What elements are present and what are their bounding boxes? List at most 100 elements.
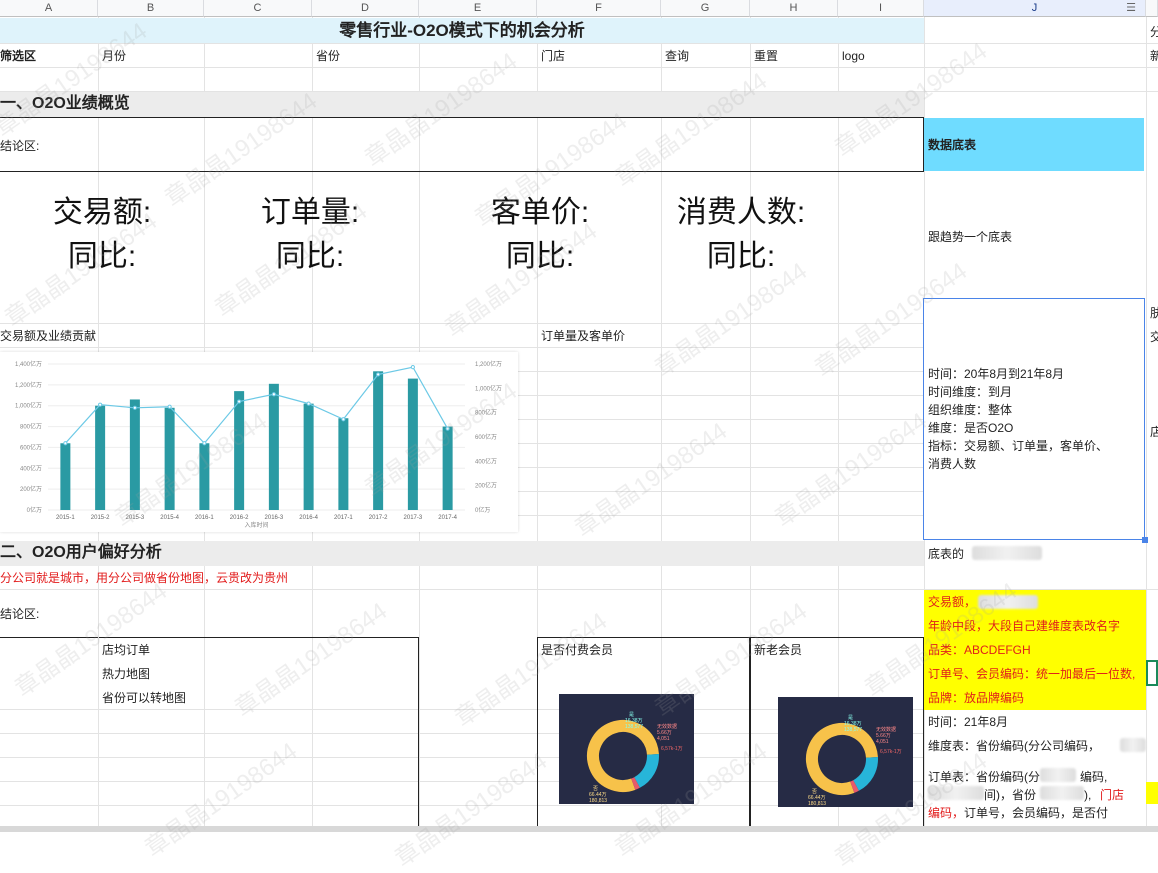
data-table-header-label: 数据底表 <box>928 138 977 152</box>
grid-line <box>98 637 99 832</box>
donut-b-count: 138,577 <box>625 724 643 730</box>
kpi-avg-price[interactable]: 客单价: 同比: <box>419 193 661 277</box>
chart-point <box>98 402 103 407</box>
column-header-d[interactable]: D <box>312 0 419 17</box>
far-right-cell: 新 <box>1150 49 1158 63</box>
donut-a-count: 180,813 <box>589 798 607 804</box>
province-filter[interactable]: 省份 <box>316 48 340 64</box>
donut-c-count: 4,051 <box>876 739 889 745</box>
column-header-i[interactable]: I <box>838 0 924 17</box>
y-left-tick-label: 800亿万 <box>20 423 42 431</box>
paid-member-donut-card[interactable]: 是 16.38万 138,577 无效数据 5.66万 4,051 6,57k-… <box>559 694 694 804</box>
chart2-title: 订单量及客单价 <box>541 329 626 343</box>
column-header-g[interactable]: G <box>661 0 750 17</box>
donut-extra: 6,57k-1万 <box>661 746 683 752</box>
x-tick-label: 2016-1 <box>195 515 214 521</box>
order-table-line: 编码， <box>928 806 965 820</box>
column-header-h[interactable]: H <box>750 0 838 17</box>
y-right-tick-label: 0亿万 <box>475 506 490 514</box>
heat-map-label: 热力地图 <box>102 667 151 681</box>
chart-point <box>341 417 346 422</box>
spec-line: 指标：交易额、订单量，客单价、 <box>928 439 1109 453</box>
fill-handle[interactable] <box>1142 537 1148 543</box>
new-old-member-title: 新老会员 <box>754 643 803 657</box>
transaction-chart[interactable]: 0亿万 200亿万 400亿万 600亿万 800亿万 1,000亿万 1,200亿万 1,4… <box>0 352 518 532</box>
spec-line: 消费人数 <box>928 457 977 471</box>
blurred-text <box>928 786 984 800</box>
chart-series-line <box>64 366 449 445</box>
chart-bar <box>60 443 71 510</box>
column-header-e[interactable]: E <box>419 0 537 17</box>
column-header-j[interactable]: J <box>924 0 1146 17</box>
query-button[interactable]: 查询 <box>665 48 689 64</box>
highlight-row[interactable]: 品类：ABCDEFGH <box>924 638 1146 662</box>
y-right-tick-label: 200亿万 <box>475 482 497 490</box>
kpi-yoy: 同比: <box>505 240 575 273</box>
new-old-donut-card[interactable]: 是 16.38万 138,577 无效数据 5.66万 4,051 6,57k-… <box>778 697 913 807</box>
far-right-cell: 交 <box>1150 330 1158 344</box>
horizontal-scrollbar[interactable] <box>0 826 1158 832</box>
selected-cell-spec[interactable]: 时间：20年8月到21年8月 时间维度：到月 组织维度：整体 维度：是否O2O … <box>923 298 1148 543</box>
chart-bar <box>95 405 106 510</box>
kpi-label: 消费人数: <box>676 196 806 229</box>
donut-extra: 6,57k-1万 <box>880 749 902 755</box>
column-header-b[interactable]: B <box>98 0 204 17</box>
column-header-f[interactable]: F <box>537 0 661 17</box>
kpi-yoy: 同比: <box>706 240 776 273</box>
base-table-label: 底表的 <box>928 547 965 561</box>
dim-table-line: 维度表：省份编码(分公司编码， <box>928 739 1100 753</box>
month-filter[interactable]: 月份 <box>102 48 126 64</box>
reset-button[interactable]: 重置 <box>754 48 778 64</box>
column-header-k[interactable] <box>1146 0 1158 17</box>
y-right-tick-label: 400亿万 <box>475 457 497 465</box>
store-filter[interactable]: 门店 <box>541 48 565 64</box>
highlight-row[interactable]: 订单号、会员编码：统一加最后一位数, <box>924 662 1146 686</box>
y-left-tick-label: 200亿万 <box>20 485 42 493</box>
conclusion-box-1[interactable] <box>0 117 924 172</box>
x-tick-label: 2015-1 <box>56 515 75 521</box>
y-left-tick-label: 1,400亿万 <box>15 360 42 368</box>
kpi-transaction[interactable]: 交易额: 同比: <box>0 193 204 277</box>
chart-point <box>167 404 172 409</box>
time-line: 时间：21年8月 <box>928 715 1009 729</box>
grid-line <box>0 67 1158 68</box>
highlight-row[interactable]: 品牌：放品牌编码 <box>924 686 1146 710</box>
y-right-tick-label: 1,000亿万 <box>475 384 502 392</box>
title-bar[interactable]: 零售行业-O2O模式下的机会分析 <box>0 18 924 43</box>
chart-point <box>410 365 415 370</box>
y-right-tick-label: 800亿万 <box>475 409 497 417</box>
spec-line: 组织维度：整体 <box>928 403 1013 417</box>
spec-line: 维度：是否O2O <box>928 421 1014 435</box>
column-header-a[interactable]: A <box>0 0 98 17</box>
store-table-box[interactable] <box>0 637 419 832</box>
conclusion-label-2: 结论区: <box>0 607 40 621</box>
far-right-highlight <box>1146 782 1158 804</box>
chart-bar <box>199 443 210 510</box>
blurred-text <box>978 595 1038 609</box>
trend-note: 跟趋势一个底表 <box>928 230 1013 244</box>
y-left-tick-label: 400亿万 <box>20 464 42 472</box>
x-tick-label: 2015-4 <box>160 515 179 521</box>
chart-point <box>202 441 207 446</box>
chart-point <box>237 399 242 404</box>
filter-menu-icon[interactable]: ☰ <box>1123 2 1139 15</box>
chart1-title: 交易额及业绩贡献 <box>0 329 97 343</box>
x-tick-label: 2017-4 <box>438 515 457 521</box>
kpi-label: 交易额: <box>52 196 152 229</box>
cell-selection-marker[interactable] <box>1146 660 1158 686</box>
kpi-orders[interactable]: 订单量: 同比: <box>204 193 416 277</box>
chart-point <box>376 372 381 377</box>
y-left-tick-label: 600亿万 <box>20 443 42 451</box>
data-table-header[interactable]: 数据底表 <box>924 118 1144 171</box>
x-tick-label: 2017-2 <box>369 515 388 521</box>
highlight-row[interactable]: 年龄中段，大段自己建维度表改名字 <box>924 614 1146 638</box>
x-tick-label: 2017-1 <box>334 515 353 521</box>
kpi-label: 订单量: <box>260 196 360 229</box>
kpi-consumers[interactable]: 消费人数: 同比: <box>661 193 821 277</box>
column-header-c[interactable]: C <box>204 0 312 17</box>
chart-point <box>63 441 68 446</box>
new-old-donut: 是 16.38万 138,577 无效数据 5.66万 4,051 6,57k-… <box>806 715 902 807</box>
x-tick-label: 2017-3 <box>404 515 423 521</box>
kpi-yoy: 同比: <box>67 240 137 273</box>
chart-bar <box>407 378 418 510</box>
